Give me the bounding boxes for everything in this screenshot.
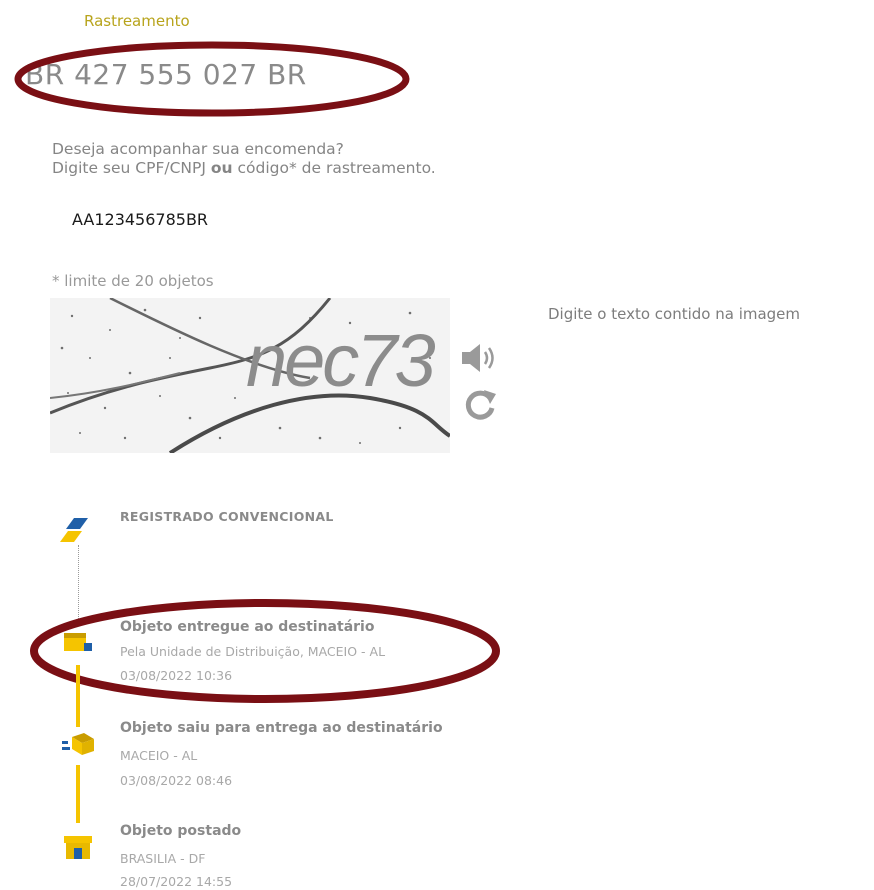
limit-note: * limite de 20 objetos [52, 272, 214, 290]
timeline-line [76, 765, 80, 823]
rastreamento-label: Rastreamento [84, 12, 190, 30]
event-title: Objeto postado [120, 823, 242, 839]
event-location: MACEIO - AL [120, 748, 198, 763]
tracking-input[interactable] [72, 210, 332, 229]
speaker-icon[interactable] [458, 340, 500, 376]
correios-logo-icon [60, 518, 88, 542]
timeline-line [76, 665, 80, 727]
refresh-icon[interactable] [460, 384, 500, 424]
event-location: BRASILIA - DF [120, 851, 206, 866]
event-title: Objeto saiu para entrega ao destinatário [120, 720, 443, 736]
service-type: REGISTRADO CONVENCIONAL [120, 509, 334, 524]
prompt-line-2-bold: ou [210, 159, 233, 177]
captcha-text: nec73 [246, 319, 436, 402]
prompt-line-2: Digite seu CPF/CNPJ ou código* de rastre… [52, 159, 436, 178]
event-datetime: 28/07/2022 14:55 [120, 874, 233, 889]
out-for-delivery-icon [62, 733, 94, 755]
annotation-oval-delivered-event [30, 599, 500, 703]
tracking-prompt: Deseja acompanhar sua encomenda? Digite … [52, 140, 436, 178]
captcha-hint: Digite o texto contido na imagem [548, 305, 801, 323]
annotation-oval-tracking-code [14, 41, 410, 117]
posted-icon [64, 836, 92, 859]
prompt-line-1: Deseja acompanhar sua encomenda? [52, 140, 344, 158]
event-datetime: 03/08/2022 08:46 [120, 773, 233, 788]
captcha-image: nec73 [50, 298, 450, 453]
prompt-line-2-b: código* de rastreamento. [237, 159, 436, 177]
prompt-line-2-a: Digite seu CPF/CNPJ [52, 159, 206, 177]
